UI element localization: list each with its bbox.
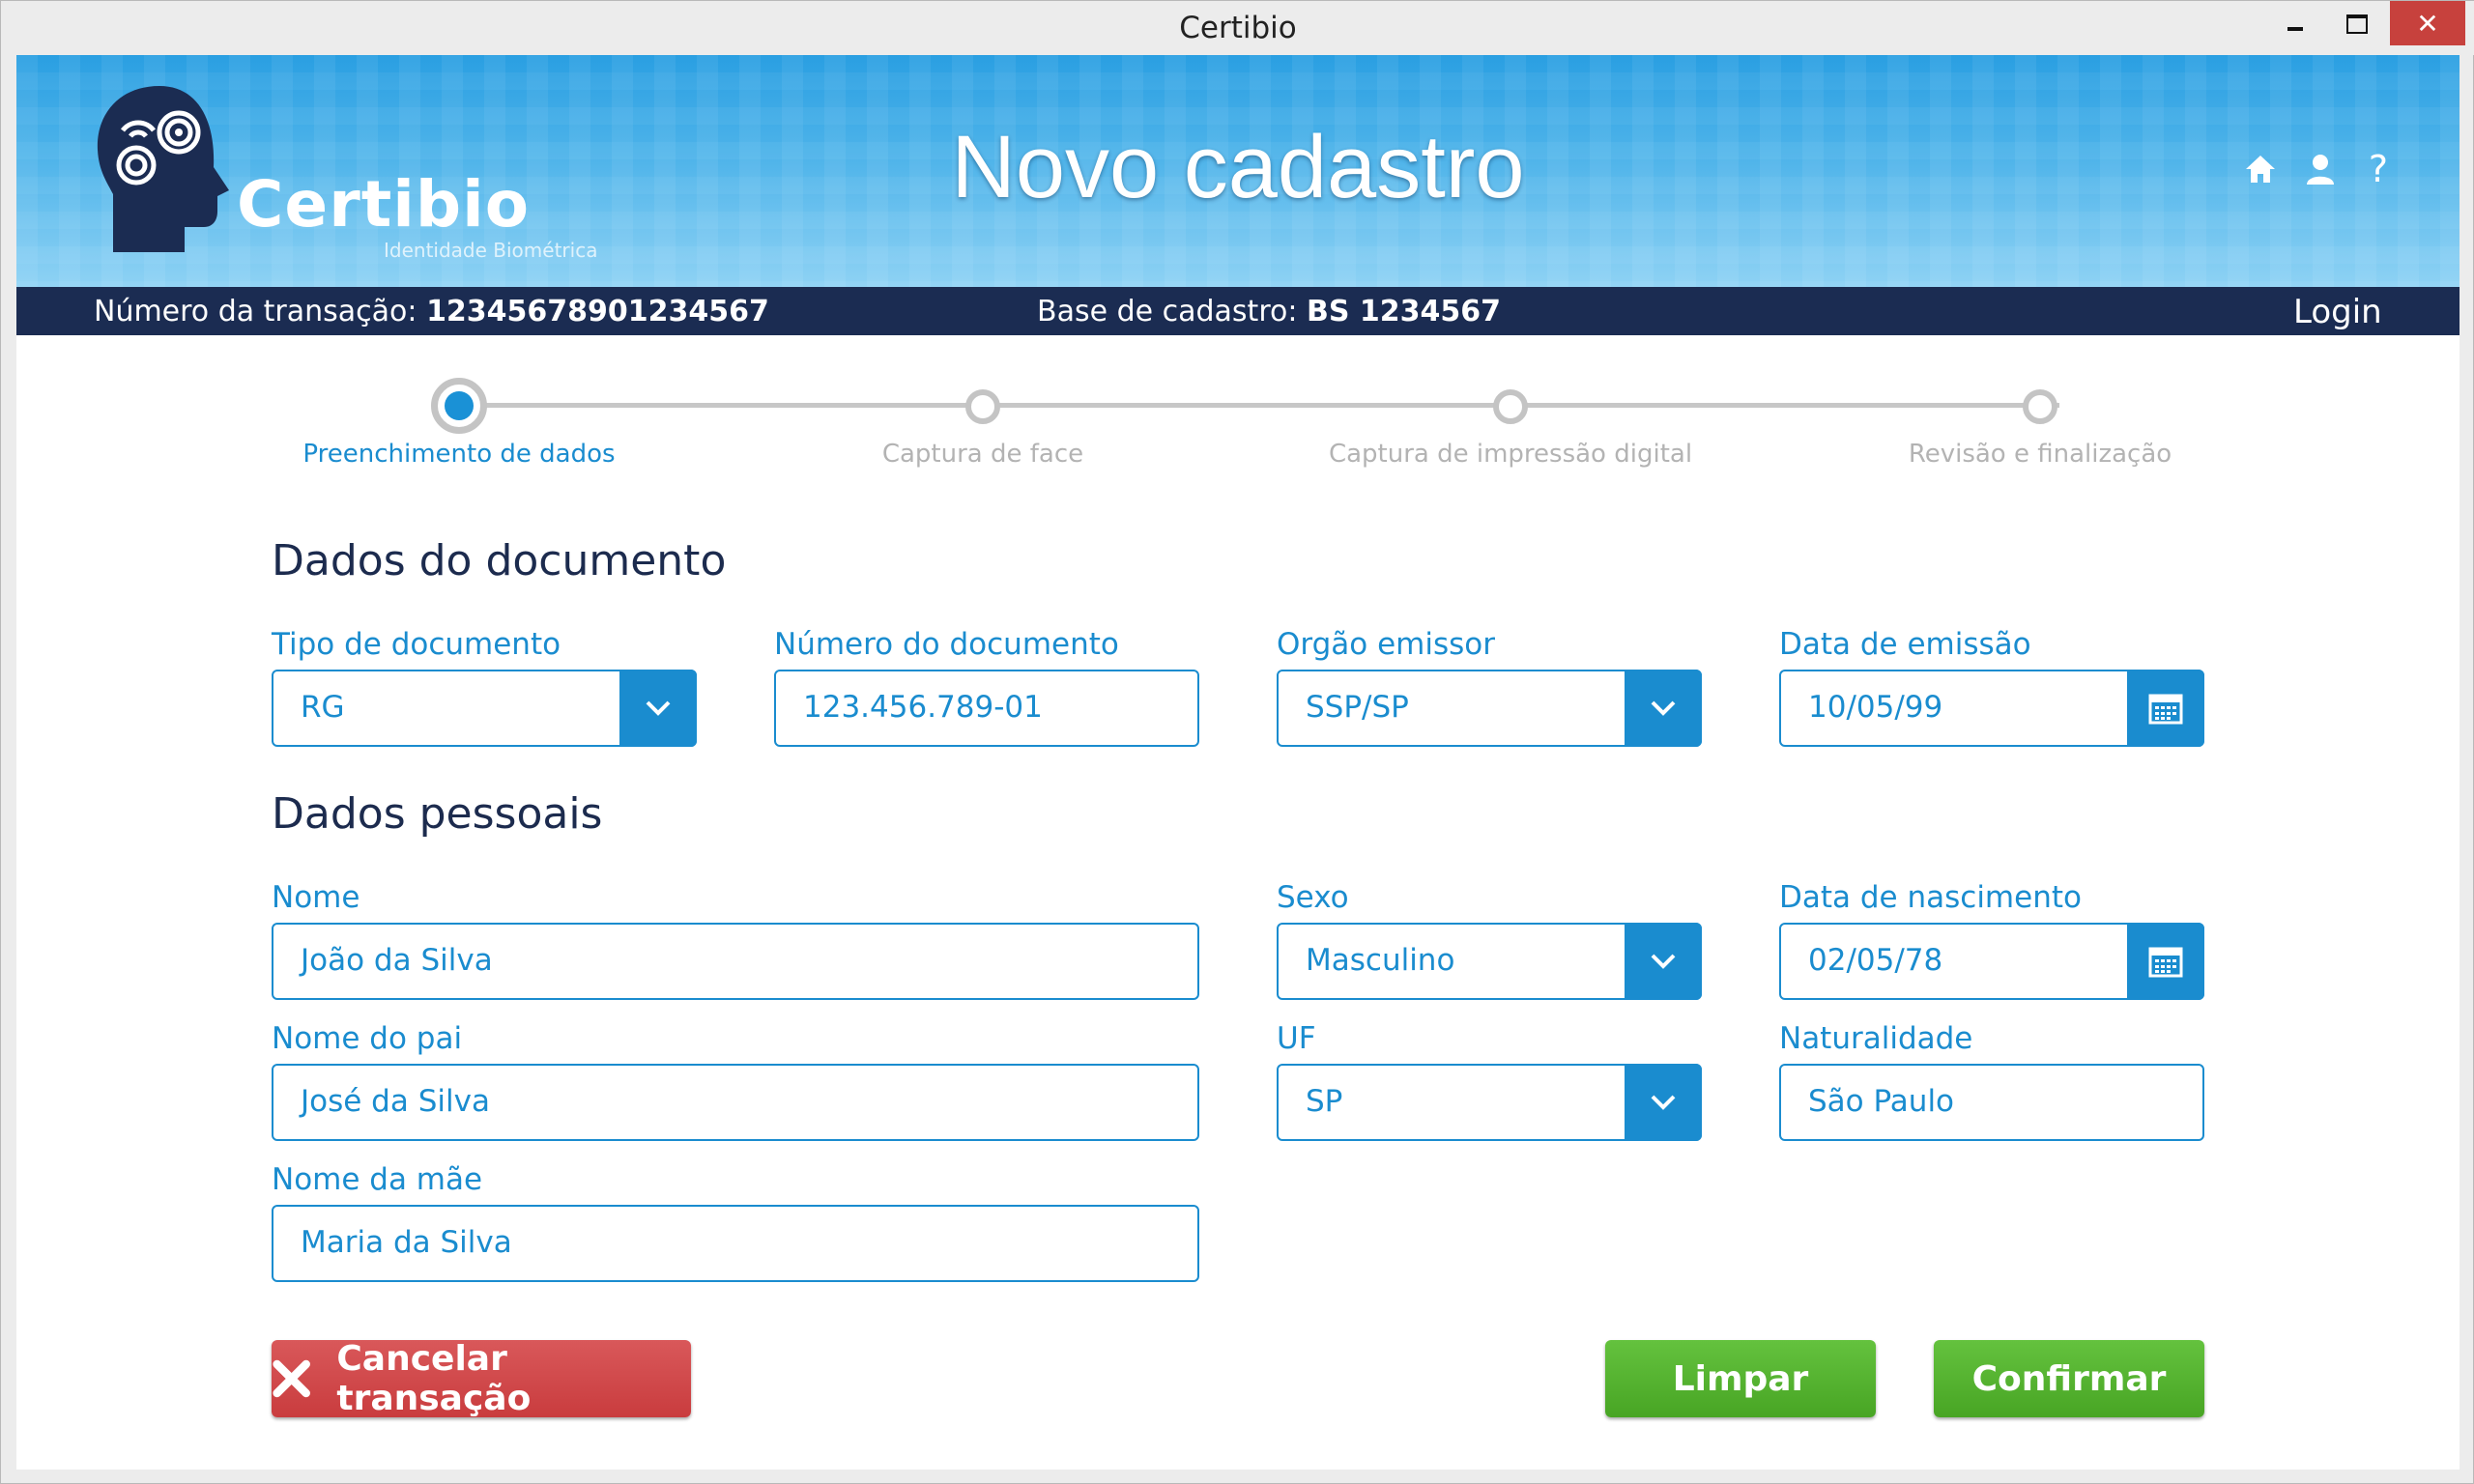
birth-date-value: 02/05/78	[1808, 943, 1943, 978]
document-type-value: RG	[301, 690, 345, 725]
close-window-button[interactable]: ✕	[2390, 1, 2465, 45]
sex-label: Sexo	[1277, 880, 1349, 915]
chevron-down-icon[interactable]	[1625, 923, 1702, 1000]
page-title: Novo cadastro	[951, 118, 1525, 216]
cancel-transaction-button[interactable]: Cancelar transação	[272, 1339, 691, 1418]
step-3-dot	[1493, 389, 1528, 424]
calendar-icon[interactable]	[2127, 923, 2204, 1000]
issuer-value: SSP/SP	[1306, 690, 1409, 725]
mother-name-label: Nome da mãe	[272, 1162, 483, 1197]
step-3-label: Captura de impressão digital	[1328, 440, 1693, 469]
sex-value: Masculino	[1306, 943, 1455, 978]
state-label: UF	[1277, 1021, 1316, 1056]
personal-section-title: Dados pessoais	[272, 789, 603, 839]
calendar-icon[interactable]	[2127, 670, 2204, 747]
birth-date-label: Data de nascimento	[1779, 880, 2082, 915]
progress-stepper: Preenchimento de dados Captura de face C…	[16, 335, 2460, 471]
transaction-number: 12345678901234567	[426, 295, 769, 328]
document-number-value: 123.456.789-01	[803, 690, 1043, 725]
mother-name-input[interactable]: Maria da Silva	[272, 1205, 1199, 1282]
maximize-button[interactable]	[2324, 1, 2390, 47]
header-banner: Certibio Identidade Biométrica Novo cada…	[16, 55, 2460, 287]
user-icon[interactable]	[2301, 150, 2340, 188]
minimize-button[interactable]	[2266, 1, 2324, 47]
title-bar: Certibio ✕	[1, 1, 2474, 55]
base-info: Base de cadastro: BS 1234567	[1037, 295, 1501, 328]
transaction-label: Número da transação:	[94, 295, 417, 328]
issuer-select[interactable]: SSP/SP	[1277, 670, 1702, 747]
window-title: Certibio	[1179, 11, 1297, 45]
home-icon[interactable]	[2241, 150, 2280, 188]
step-1-dot	[431, 378, 487, 434]
birth-date-input[interactable]: 02/05/78	[1779, 923, 2204, 1000]
transaction-info: Número da transação: 12345678901234567	[94, 295, 769, 328]
base-label: Base de cadastro:	[1037, 295, 1298, 328]
clear-button[interactable]: Limpar	[1605, 1340, 1876, 1417]
cancel-transaction-label: Cancelar transação	[336, 1339, 532, 1418]
step-4-dot	[2023, 389, 2057, 424]
birthplace-label: Naturalidade	[1779, 1021, 1973, 1056]
login-link[interactable]: Login	[2293, 293, 2382, 331]
close-icon	[273, 1359, 310, 1398]
issue-date-input[interactable]: 10/05/99	[1779, 670, 2204, 747]
state-value: SP	[1306, 1084, 1343, 1119]
step-2-dot	[965, 389, 1000, 424]
app-content: Certibio Identidade Biométrica Novo cada…	[16, 55, 2460, 1470]
stepper-track	[459, 403, 2059, 408]
help-icon[interactable]: ?	[2359, 148, 2398, 190]
confirm-button[interactable]: Confirmar	[1934, 1340, 2204, 1417]
sex-select[interactable]: Masculino	[1277, 923, 1702, 1000]
document-number-input[interactable]: 123.456.789-01	[774, 670, 1199, 747]
father-name-input[interactable]: José da Silva	[272, 1064, 1199, 1141]
document-type-label: Tipo de documento	[272, 627, 561, 662]
name-label: Nome	[272, 880, 360, 915]
birthplace-input[interactable]: São Paulo	[1779, 1064, 2204, 1141]
document-section-title: Dados do documento	[272, 536, 727, 585]
document-number-label: Número do documento	[774, 627, 1119, 662]
name-value: João da Silva	[301, 943, 493, 978]
step-1-label: Preenchimento de dados	[302, 440, 616, 469]
chevron-down-icon[interactable]	[1625, 670, 1702, 747]
document-type-select[interactable]: RG	[272, 670, 697, 747]
app-window: Certibio ✕ Certibio Identidade Biométric…	[0, 0, 2474, 1484]
birthplace-value: São Paulo	[1808, 1084, 1955, 1119]
father-name-label: Nome do pai	[272, 1021, 463, 1056]
issuer-label: Orgão emissor	[1277, 627, 1495, 662]
base-value: BS 1234567	[1307, 295, 1502, 328]
brand-tagline: Identidade Biométrica	[384, 239, 598, 262]
transaction-bar: Número da transação: 12345678901234567 B…	[16, 287, 2460, 335]
mother-name-value: Maria da Silva	[301, 1225, 512, 1260]
name-input[interactable]: João da Silva	[272, 923, 1199, 1000]
state-select[interactable]: SP	[1277, 1064, 1702, 1141]
issue-date-label: Data de emissão	[1779, 627, 2031, 662]
chevron-down-icon[interactable]	[1625, 1064, 1702, 1141]
step-4-label: Revisão e finalização	[1908, 440, 2172, 469]
father-name-value: José da Silva	[301, 1084, 490, 1119]
step-2-label: Captura de face	[881, 440, 1084, 469]
issue-date-value: 10/05/99	[1808, 690, 1943, 725]
chevron-down-icon[interactable]	[619, 670, 697, 747]
